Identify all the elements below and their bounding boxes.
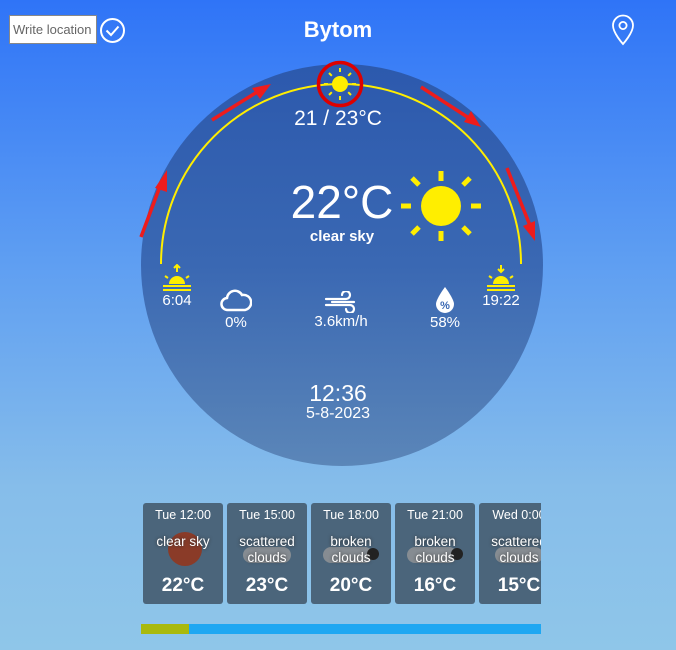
temperature-range: 21 / 23°C (294, 107, 382, 130)
wind-icon (324, 291, 356, 313)
forecast-temperature: 22°C (161, 575, 205, 596)
current-temperature: 22°C (290, 176, 394, 228)
forecast-time: Tue 12:00 (155, 508, 211, 522)
forecast-temperature: 20°C (329, 575, 373, 596)
forecast-description: clear sky (156, 534, 210, 549)
forecast-card[interactable]: Tue 21:00 broken clouds 16°C (395, 503, 475, 604)
sunset-stat: 19:22 (479, 264, 523, 309)
humidity-stat: % 58% (423, 286, 467, 331)
cloudiness-value: 0% (225, 314, 247, 331)
forecast-description: broken clouds (330, 534, 372, 565)
forecast-time: Tue 15:00 (239, 508, 295, 522)
forecast-temperature: 16°C (413, 575, 457, 596)
sunrise-icon (163, 264, 191, 291)
forecast-time: Tue 21:00 (407, 508, 463, 522)
sunset-time: 19:22 (482, 292, 520, 309)
weather-description: clear sky (309, 228, 375, 245)
forecast-temperature: 23°C (245, 575, 289, 596)
humidity-value: 58% (429, 314, 461, 331)
current-sun-position-marker (316, 60, 364, 108)
forecast-description: broken clouds (414, 534, 456, 565)
geolocate-button[interactable] (610, 14, 636, 46)
forecast-temperature: 15°C (497, 575, 541, 596)
wind-value: 3.6km/h (314, 313, 368, 330)
map-pin-icon (612, 14, 634, 46)
forecast-scrollbar[interactable] (141, 624, 541, 634)
forecast-time: Wed 0:00 (492, 508, 541, 522)
city-name: Bytom (303, 17, 373, 42)
humidity-drop-icon: % (436, 287, 454, 313)
current-time: 12:36 (309, 380, 367, 406)
current-date: 5-8-2023 (305, 405, 371, 422)
sunrise-time: 6:04 (162, 292, 192, 309)
forecast-description: scattered clouds (239, 534, 295, 565)
sun-icon (316, 60, 364, 108)
wind-stat: 3.6km/h (306, 291, 376, 330)
forecast-scrollbar-thumb[interactable] (141, 624, 189, 634)
sun-icon (401, 171, 481, 241)
sunset-icon (487, 265, 515, 291)
sunrise-stat: 6:04 (155, 264, 199, 309)
forecast-card[interactable]: Tue 15:00 scattered clouds 23°C (227, 503, 307, 604)
forecast-card[interactable]: Tue 18:00 broken clouds 20°C (311, 503, 391, 604)
forecast-strip[interactable]: Tue 12:00 clear sky 22°C Tue 15:00 scatt… (141, 503, 541, 605)
svg-text:%: % (440, 300, 450, 312)
forecast-card[interactable]: Tue 12:00 clear sky 22°C (143, 503, 223, 604)
cloud-icon (220, 289, 252, 312)
forecast-time: Tue 18:00 (323, 508, 379, 522)
forecast-description: scattered clouds (491, 534, 541, 565)
forecast-card[interactable]: Wed 0:00 scattered clouds 15°C (479, 503, 541, 604)
cloudiness-stat: 0% (214, 288, 258, 331)
